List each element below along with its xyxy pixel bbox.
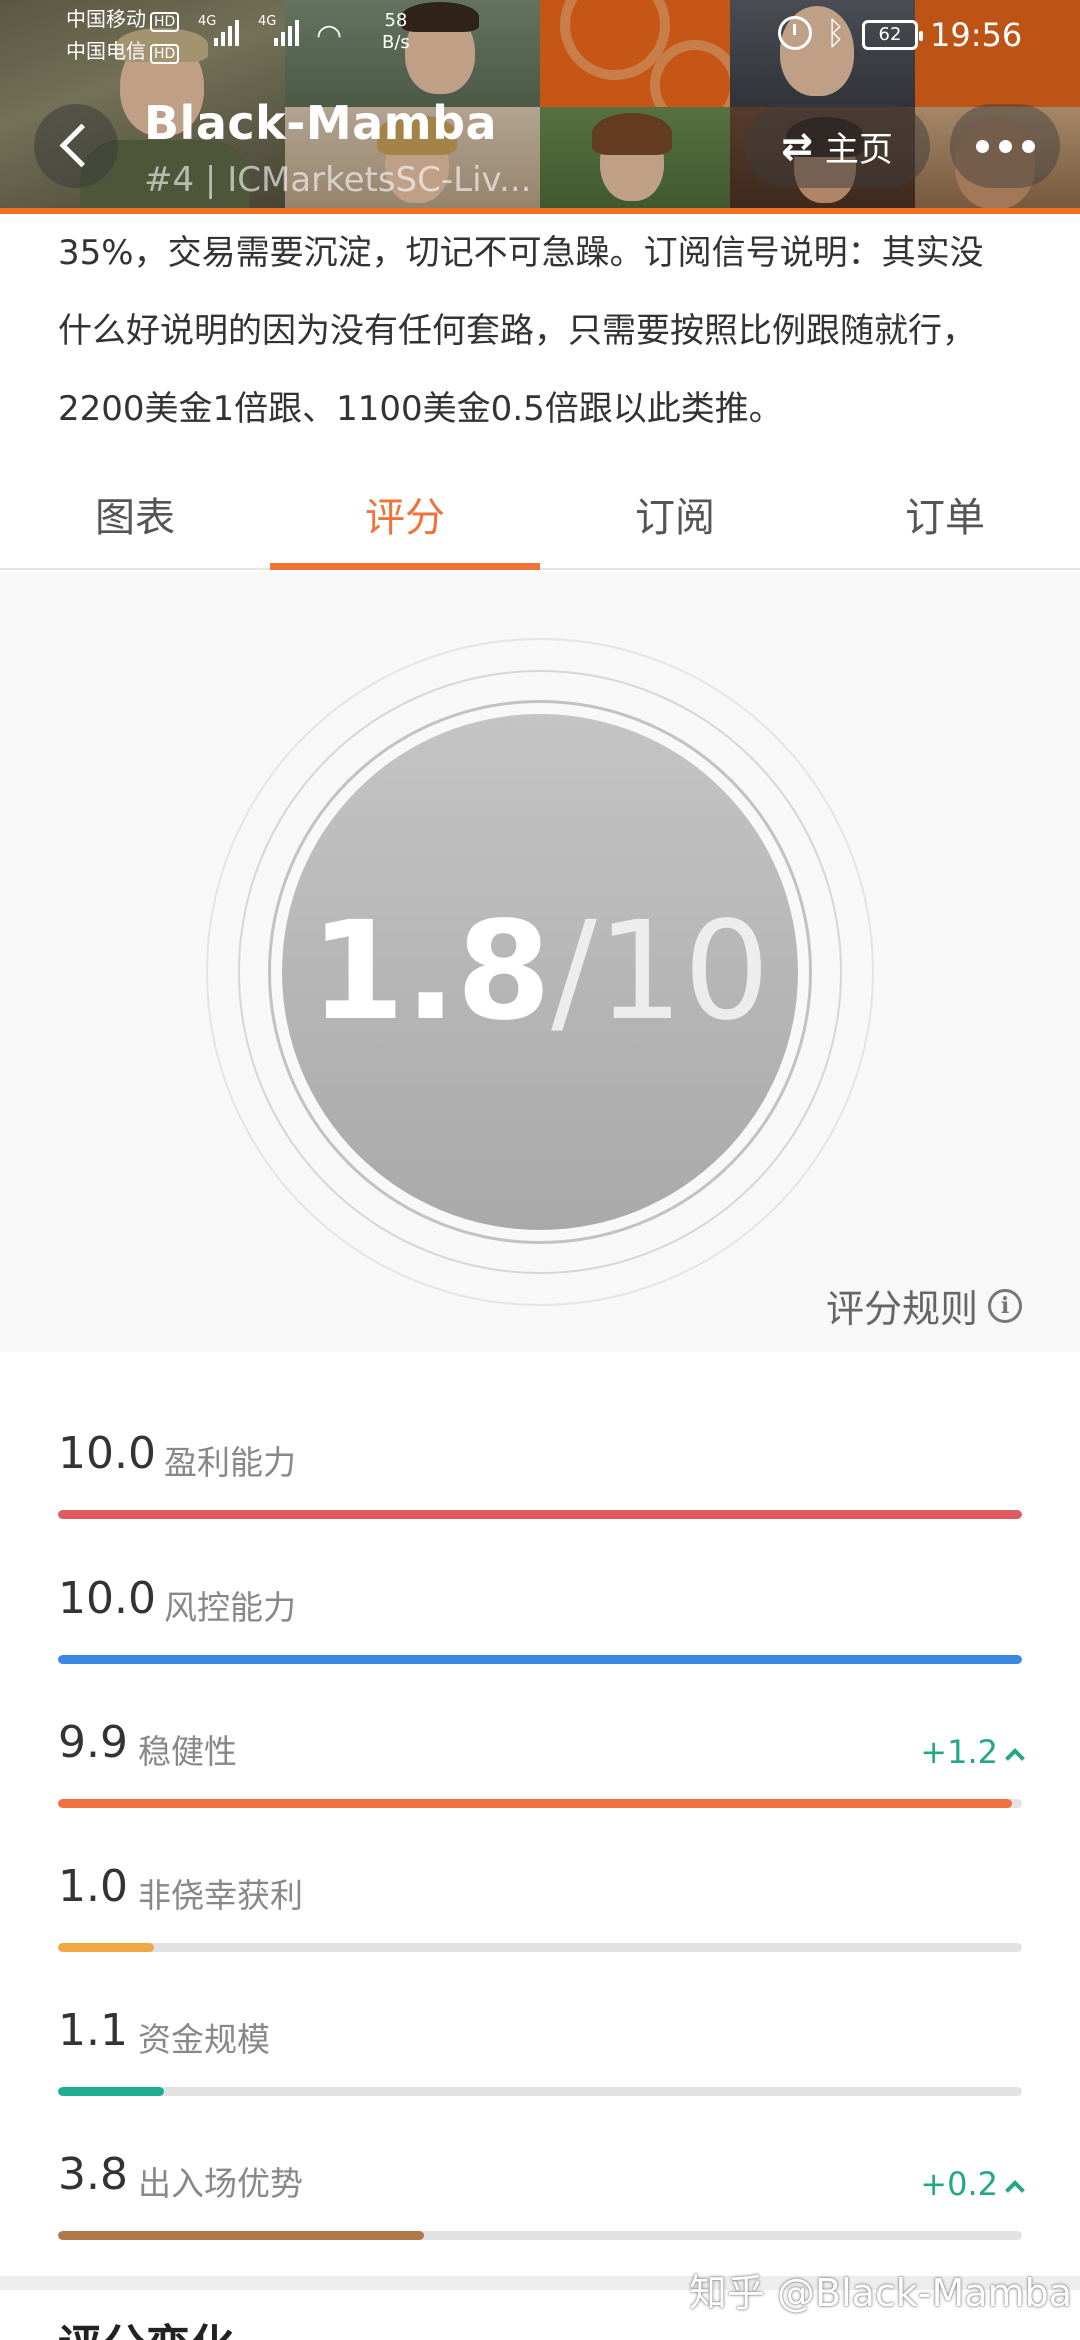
account-subtitle: #4 | ICMarketsSC-Liv...: [144, 160, 532, 200]
home-label: 主页: [824, 129, 893, 170]
more-dot: [975, 139, 989, 153]
metric-risk-control: 10.0 风控能力: [58, 1573, 1022, 1683]
metric-label: 资金规模: [138, 2020, 270, 2059]
description-line: 什么好说明的因为没有任何套路，只需要按照比例跟随就行，: [58, 311, 976, 351]
info-icon: i: [988, 1288, 1022, 1323]
metric-bar-track: [58, 1510, 1022, 1519]
more-button[interactable]: [950, 104, 1060, 188]
signal-icon: [274, 16, 299, 46]
metric-profitability: 10.0 盈利能力: [58, 1428, 1022, 1538]
page-title: Black-Mamba: [144, 96, 498, 150]
metric-stability: 9.9 稳健性 +1.2: [58, 1717, 1025, 1827]
metric-entry-exit-advantage: 3.8 出入场优势 +0.2: [58, 2149, 1025, 2259]
score-circle: 1.8/10: [282, 714, 798, 1230]
battery-icon: 62: [862, 20, 923, 50]
score-rules-label: 评分规则: [825, 1287, 978, 1331]
strategy-description: 35%，交易需要沉淀，切记不可急躁。订阅信号说明：其实没 什么好说明的因为没有任…: [58, 214, 1048, 448]
swap-icon: ⇄: [781, 124, 813, 168]
metric-bar-track: [58, 1655, 1022, 1664]
metric-value: 1.0: [58, 1861, 128, 1912]
watermark: 知乎 @Black-Mamba: [688, 2271, 1072, 2315]
metric-bar-track: [58, 2087, 1022, 2096]
description-line: 2200美金1倍跟、1100美金0.5倍跟以此类推。: [58, 389, 783, 429]
tab-bar: 图表 评分 订阅 订单: [0, 460, 1080, 570]
metric-bar-fill: [58, 2231, 425, 2240]
back-button[interactable]: [34, 104, 118, 188]
bluetooth-icon: ᛒ: [826, 14, 846, 52]
metric-label: 盈利能力: [164, 1443, 296, 1482]
metric-value: 1.1: [58, 2005, 128, 2056]
score-panel: 1.8/10: [0, 572, 1080, 1352]
metric-value: 10.0: [58, 1573, 156, 1624]
metric-non-luck-profit: 1.0 非侥幸获利: [58, 1861, 1022, 1971]
score-separator: /: [551, 893, 597, 1051]
profile-header: 中国移动 HD 中国电信 HD 4G 4G ◠ 58 B/s ᛒ 62 19:56 B…: [0, 0, 1080, 214]
metric-value: 10.0: [58, 1428, 156, 1479]
metric-bar-track: [58, 1943, 1022, 1952]
metric-fund-size: 1.1 资金规模: [58, 2005, 1022, 2115]
metric-delta: +1.2: [920, 1733, 1025, 1771]
metric-value: 9.9: [58, 1717, 128, 1768]
metric-bar-fill: [58, 2087, 165, 2096]
chevron-up-icon: [1005, 2180, 1025, 2200]
chevron-up-icon: [1005, 1748, 1025, 1768]
tab-subscribe[interactable]: 订阅: [540, 460, 810, 568]
alarm-icon: [778, 16, 812, 50]
tab-orders[interactable]: 订单: [810, 460, 1080, 568]
metric-label: 出入场优势: [138, 2164, 303, 2203]
more-dot: [1021, 139, 1035, 153]
metric-bar-fill: [58, 1799, 1013, 1808]
carrier-2: 中国电信 HD: [66, 40, 180, 64]
carrier-1: 中国移动 HD: [66, 8, 180, 32]
metric-label: 非侥幸获利: [138, 1876, 303, 1915]
status-bar: 中国移动 HD 中国电信 HD 4G 4G ◠ 58 B/s ᛒ 62 19:56: [0, 0, 1080, 70]
more-dot: [998, 139, 1012, 153]
tab-chart[interactable]: 图表: [0, 460, 270, 568]
score-rules-link[interactable]: 评分规则 i: [826, 1278, 1022, 1333]
wifi-icon: ◠: [316, 18, 343, 53]
metric-label: 稳健性: [138, 1732, 237, 1771]
signal-icon: [214, 16, 239, 46]
net-speed: 58 B/s: [382, 10, 410, 53]
metric-value: 3.8: [58, 2149, 128, 2200]
metric-label: 风控能力: [164, 1588, 296, 1627]
tab-score[interactable]: 评分: [270, 460, 540, 570]
home-button[interactable]: ⇄ 主页: [744, 104, 930, 188]
clock: 19:56: [930, 16, 1023, 54]
score-max: 10: [596, 893, 770, 1051]
score-value: 1.8: [310, 893, 552, 1051]
metric-bar-track: [58, 2231, 1022, 2240]
metric-bar-fill: [58, 1655, 1022, 1664]
score-change-heading: 评分变化: [58, 2310, 234, 2340]
metric-bar-fill: [58, 1943, 155, 1952]
metric-bar-track: [58, 1799, 1022, 1808]
metric-bar-fill: [58, 1510, 1022, 1519]
description-line: 35%，交易需要沉淀，切记不可急躁。订阅信号说明：其实没: [58, 233, 984, 273]
metric-delta: +0.2: [920, 2165, 1025, 2203]
